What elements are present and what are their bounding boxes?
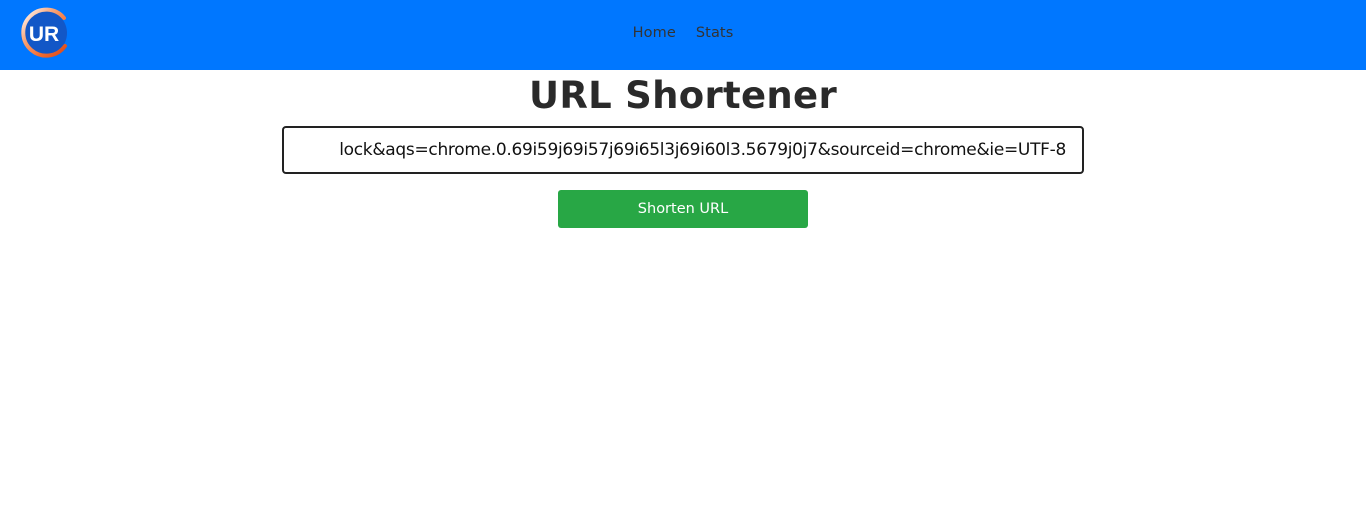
nav-links: Home Stats bbox=[0, 0, 1366, 66]
nav-link-stats[interactable]: Stats bbox=[696, 25, 734, 41]
nav-link-home[interactable]: Home bbox=[633, 25, 676, 41]
shorten-url-button[interactable]: Shorten URL bbox=[558, 190, 808, 228]
url-input[interactable] bbox=[282, 126, 1084, 174]
page-title: URL Shortener bbox=[528, 74, 837, 117]
navbar: UR Home Stats bbox=[0, 0, 1366, 70]
